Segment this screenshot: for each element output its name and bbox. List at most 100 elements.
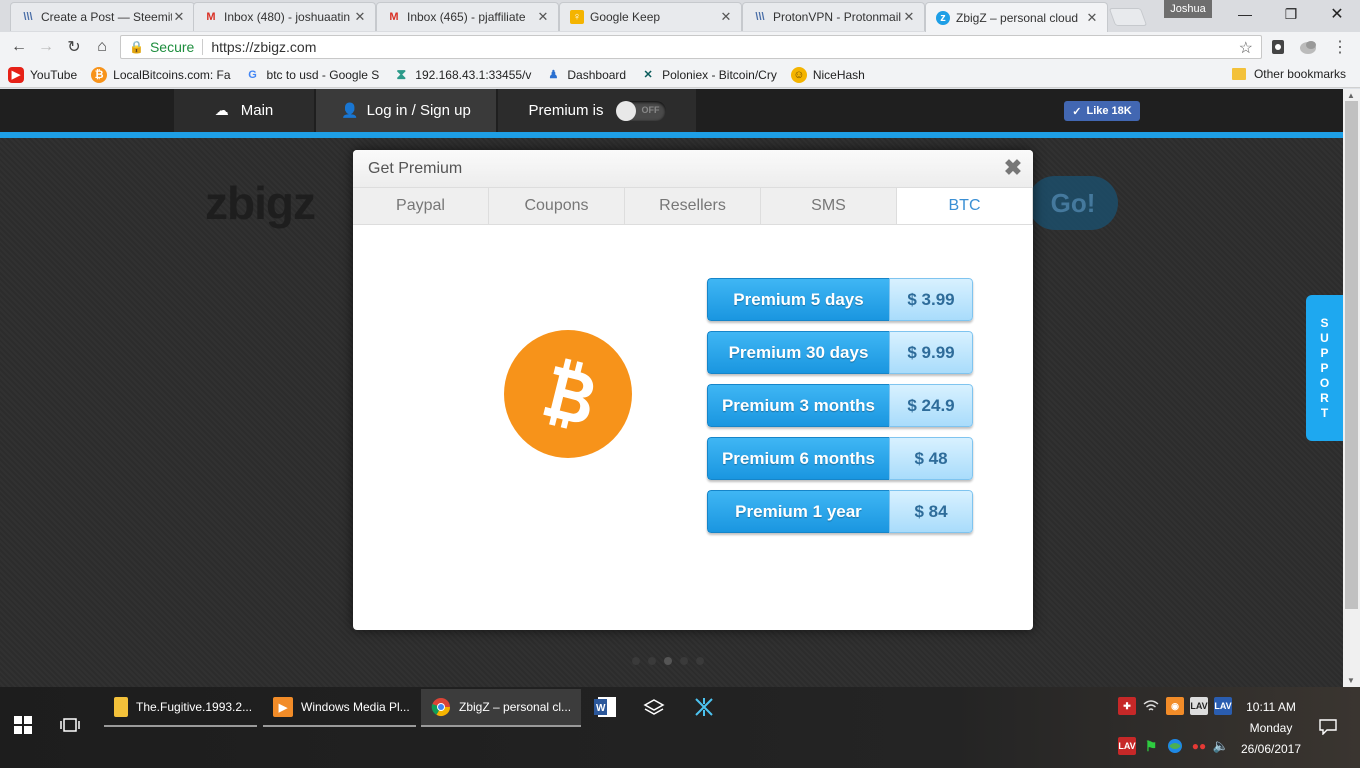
divider — [202, 39, 204, 55]
lav-video-icon[interactable]: LAV — [1118, 737, 1136, 755]
plan-button[interactable]: Premium 5 days $ 3.99 — [707, 278, 973, 321]
volume-icon[interactable]: 🔈 — [1212, 737, 1230, 755]
carousel-dots — [632, 657, 704, 665]
close-window-icon[interactable]: ✕ — [1314, 0, 1360, 28]
folder-icon — [114, 697, 128, 717]
reload-icon[interactable]: ↻ — [63, 36, 85, 58]
close-icon[interactable]: ✕ — [536, 9, 550, 25]
carousel-dot[interactable] — [696, 657, 704, 665]
bookmark-nicehash[interactable]: ☺ NiceHash — [790, 66, 865, 83]
scroll-down-icon[interactable]: ▼ — [1347, 676, 1355, 685]
layers-app-icon[interactable] — [643, 695, 667, 719]
bookmark-router[interactable]: ⧗ 192.168.43.1:33455/v — [393, 66, 531, 83]
other-bookmarks[interactable]: Other bookmarks — [1231, 67, 1346, 81]
payment-tabs: Paypal Coupons Resellers SMS BTC — [353, 188, 1033, 225]
taskbar-app-media-player[interactable]: ▶ Windows Media Pl... — [263, 689, 416, 727]
browser-tab[interactable]: M Inbox (480) - joshuaatin ✕ — [193, 2, 376, 31]
cloud-icon: ☁ — [214, 102, 229, 118]
action-center-icon[interactable] — [1318, 717, 1338, 737]
nav-login[interactable]: 👤 Log in / Sign up — [316, 89, 496, 132]
close-icon[interactable]: ✕ — [902, 9, 916, 25]
nav-main[interactable]: ☁ Main — [174, 89, 314, 132]
plan-button[interactable]: Premium 3 months $ 24.9 — [707, 384, 973, 427]
lav-audio-icon[interactable]: LAV — [1214, 697, 1232, 715]
tab-sms[interactable]: SMS — [761, 188, 897, 224]
scroll-up-icon[interactable]: ▲ — [1347, 91, 1355, 100]
modal-title: Get Premium — [368, 159, 463, 177]
browser-tab-active[interactable]: z ZbigZ – personal cloud ✕ — [925, 2, 1108, 32]
bookmark-dashboard[interactable]: ♟ Dashboard — [545, 67, 626, 83]
tab-paypal[interactable]: Paypal — [353, 188, 489, 224]
back-icon[interactable]: ← — [8, 36, 30, 58]
tab-btc[interactable]: BTC — [897, 188, 1033, 224]
keep-icon: ♀ — [570, 10, 584, 24]
bookmark-star-icon[interactable]: ☆ — [1239, 38, 1253, 58]
network-tray-icon[interactable] — [1166, 737, 1184, 755]
tab-coupons[interactable]: Coupons — [489, 188, 625, 224]
wifi-icon[interactable] — [1142, 697, 1160, 715]
zbigz-icon: z — [936, 10, 950, 25]
plan-button[interactable]: Premium 6 months $ 48 — [707, 437, 973, 480]
close-icon[interactable]: ✕ — [353, 9, 367, 25]
bookmark-google[interactable]: G btc to usd - Google S — [245, 67, 379, 83]
carousel-dot[interactable] — [648, 657, 656, 665]
menu-icon[interactable]: ⋮ — [1330, 37, 1350, 57]
nicehash-icon: ☺ — [790, 66, 807, 83]
taskbar-app-chrome[interactable]: ZbigZ – personal cl... — [421, 689, 581, 727]
facebook-like-button[interactable]: ✓ Like 18K — [1064, 101, 1140, 121]
cloud-tray-icon[interactable]: ●● — [1190, 737, 1208, 755]
bookmark-poloniex[interactable]: ✕ Poloniex - Bitcoin/Cry — [640, 67, 777, 83]
browser-tab[interactable]: ♀ Google Keep ✕ — [559, 2, 742, 31]
premium-toggle[interactable]: OFF — [615, 100, 666, 121]
lav-filter-icon[interactable]: LAV — [1190, 697, 1208, 715]
close-icon[interactable]: ✕ — [172, 9, 186, 25]
bookmark-youtube[interactable]: ▶ YouTube — [8, 66, 77, 83]
close-icon[interactable]: ✖ — [1003, 157, 1023, 179]
extension-shield-icon[interactable] — [1268, 37, 1288, 57]
profile-button[interactable]: Joshua — [1164, 0, 1212, 18]
bookmark-localbitcoins[interactable]: ₿ LocalBitcoins.com: Fa — [91, 66, 231, 83]
premium-modal: Get Premium ✖ Paypal Coupons Resellers S… — [353, 150, 1033, 630]
plan-button[interactable]: Premium 30 days $ 9.99 — [707, 331, 973, 374]
close-icon[interactable]: ✕ — [1085, 10, 1099, 26]
browser-tab[interactable]: \\\ Create a Post — Steemit ✕ — [10, 2, 195, 31]
media-player-icon: ▶ — [273, 697, 293, 717]
flag-tray-icon[interactable]: ⚑ — [1142, 737, 1160, 755]
windows-start-icon[interactable] — [14, 715, 34, 735]
browser-tab[interactable]: \\\ ProtonVPN - Protonmail ✕ — [742, 2, 925, 31]
taskbar-app-folder[interactable]: The.Fugitive.1993.2... — [104, 689, 257, 727]
toggle-knob — [615, 100, 636, 121]
nav-accent-line — [0, 132, 1343, 138]
carousel-dot[interactable] — [632, 657, 640, 665]
scrollbar-thumb[interactable] — [1345, 101, 1358, 609]
nav-premium: Premium is OFF — [498, 89, 696, 132]
media-tray-icon[interactable]: ◉ — [1166, 697, 1184, 715]
bitcoin-logo-icon — [504, 330, 632, 458]
minimize-icon[interactable]: — — [1222, 0, 1268, 28]
carousel-dot-active[interactable] — [664, 657, 672, 665]
extension-icon[interactable] — [1298, 37, 1318, 57]
word-icon[interactable]: W — [594, 695, 618, 719]
system-clock[interactable]: 10:11 AM Monday 26/06/2017 — [1236, 697, 1306, 760]
crypto-app-icon[interactable] — [693, 695, 717, 719]
support-tab[interactable]: SUPPORT — [1306, 295, 1343, 441]
browser-tab[interactable]: M Inbox (465) - pjaffiliate ✕ — [376, 2, 559, 31]
page-scrollbar[interactable]: ▲ ▼ — [1343, 89, 1360, 687]
security-tray-icon[interactable]: ✚ — [1118, 697, 1136, 715]
plan-button[interactable]: Premium 1 year $ 84 — [707, 490, 973, 533]
go-button[interactable]: Go! — [1028, 176, 1118, 230]
task-view-icon[interactable] — [60, 715, 82, 735]
new-tab-button[interactable] — [1108, 8, 1148, 26]
close-icon[interactable]: ✕ — [719, 9, 733, 25]
home-icon[interactable]: ⌂ — [91, 36, 113, 58]
tab-resellers[interactable]: Resellers — [625, 188, 761, 224]
url-text[interactable]: https://zbigz.com — [211, 39, 316, 55]
maximize-icon[interactable]: ❐ — [1268, 0, 1314, 28]
carousel-dot[interactable] — [680, 657, 688, 665]
site-logo: zbigz — [205, 177, 316, 229]
hourglass-icon: ⧗ — [396, 66, 407, 82]
forward-icon[interactable]: → — [35, 36, 57, 58]
bookmarks-bar: ▶ YouTube ₿ LocalBitcoins.com: Fa G btc … — [0, 62, 1360, 88]
google-icon: G — [248, 68, 257, 81]
address-bar[interactable]: 🔒 Secure https://zbigz.com ☆ — [120, 35, 1262, 59]
